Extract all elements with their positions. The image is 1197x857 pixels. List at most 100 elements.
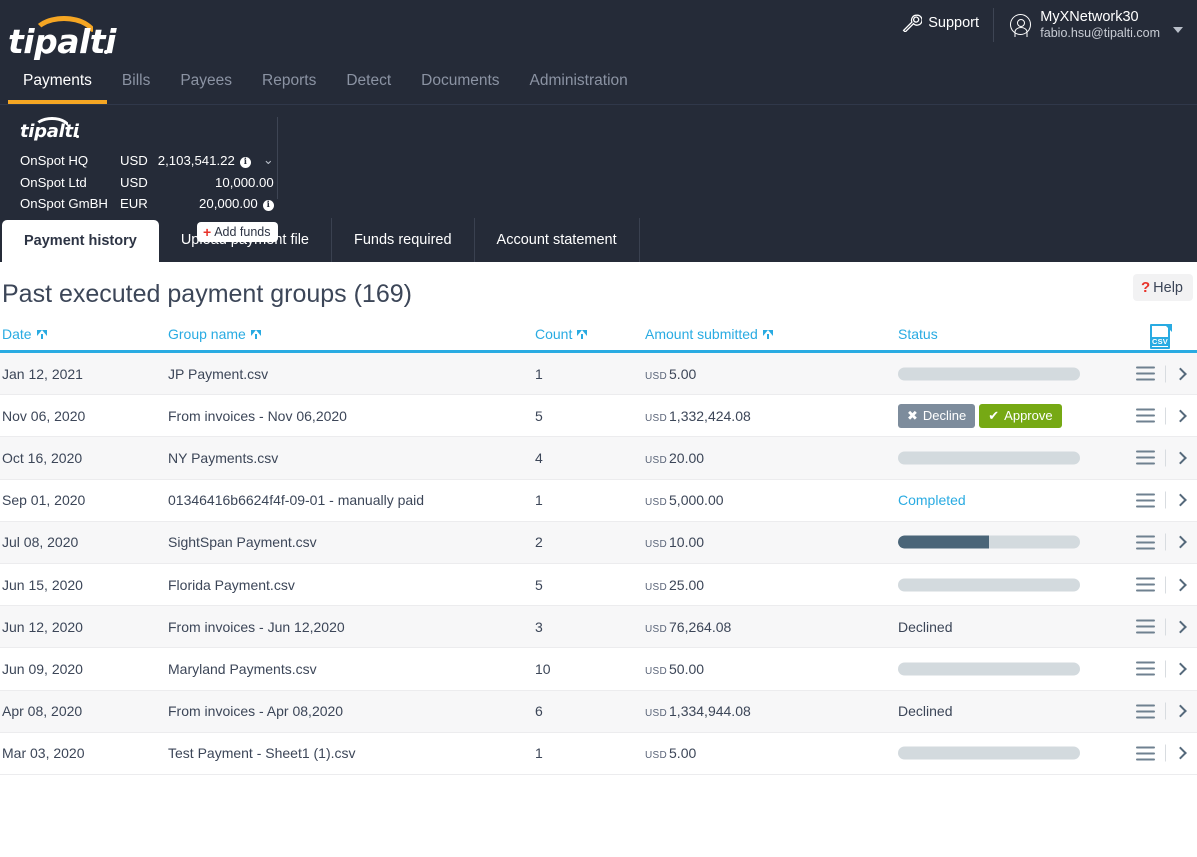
- table-row[interactable]: Oct 16, 2020 NY Payments.csv 4 USD20.00: [0, 437, 1197, 479]
- cell-amount-value: 5.00: [669, 745, 696, 761]
- row-menu-icon[interactable]: [1136, 451, 1155, 465]
- cell-currency: USD: [645, 413, 667, 424]
- cell-amount-value: 20.00: [669, 450, 704, 466]
- cell-group-name: From invoices - Nov 06,2020: [168, 408, 347, 424]
- status-progress-bar: [898, 367, 1080, 380]
- status-progress-bar: [898, 662, 1080, 675]
- table-row[interactable]: Nov 06, 2020 From invoices - Nov 06,2020…: [0, 395, 1197, 437]
- cell-date: Jun 12, 2020: [2, 619, 83, 635]
- cell-group-name: Florida Payment.csv: [168, 577, 295, 593]
- chevron-right-icon[interactable]: [1174, 367, 1187, 380]
- balance-currency: USD: [120, 172, 158, 194]
- cell-status: [898, 662, 1098, 675]
- table-row[interactable]: Jun 15, 2020 Florida Payment.csv 5 USD25…: [0, 564, 1197, 606]
- tab-payment-history[interactable]: Payment history: [2, 220, 159, 262]
- row-menu-icon[interactable]: [1136, 493, 1155, 507]
- approve-button[interactable]: ✔ Approve: [979, 404, 1061, 428]
- filter-icon[interactable]: [577, 329, 587, 339]
- chevron-right-icon[interactable]: [1174, 705, 1187, 718]
- add-funds-label: Add funds: [214, 225, 270, 239]
- column-header-amount-submitted[interactable]: Amount submitted: [645, 326, 773, 342]
- table-row[interactable]: Apr 08, 2020 From invoices - Apr 08,2020…: [0, 691, 1197, 733]
- cell-group-name: Maryland Payments.csv: [168, 661, 317, 677]
- nav-item-administration[interactable]: Administration: [515, 66, 643, 104]
- user-circle-icon: [1010, 14, 1031, 35]
- user-email: fabio.hsu@tipalti.com: [1040, 26, 1160, 40]
- chevron-right-icon[interactable]: [1174, 494, 1187, 507]
- row-menu-icon[interactable]: [1136, 620, 1155, 634]
- row-menu-icon[interactable]: [1136, 409, 1155, 423]
- cell-currency: USD: [645, 539, 667, 550]
- cell-count: 1: [535, 745, 543, 761]
- table-row[interactable]: Mar 03, 2020 Test Payment - Sheet1 (1).c…: [0, 733, 1197, 775]
- cell-date: Mar 03, 2020: [2, 745, 85, 761]
- info-icon[interactable]: i: [263, 200, 274, 211]
- status-link[interactable]: Completed: [898, 492, 966, 508]
- chevron-right-icon[interactable]: [1174, 663, 1187, 676]
- balance-tipalti-logo: tipalti: [20, 113, 84, 139]
- row-menu-icon[interactable]: [1136, 662, 1155, 676]
- chevron-right-icon[interactable]: [1174, 452, 1187, 465]
- column-header-status: Status: [898, 326, 938, 342]
- nav-item-payments[interactable]: Payments: [8, 66, 107, 104]
- nav-item-reports[interactable]: Reports: [247, 66, 331, 104]
- cell-amount: USD5.00: [645, 745, 696, 761]
- column-header-count[interactable]: Count: [535, 326, 587, 342]
- balance-bar: tipalti + Add funds OnSpot HQ USD 2,103,…: [0, 104, 1197, 218]
- status-progress-bar: [898, 536, 1080, 549]
- chevron-right-icon[interactable]: [1174, 536, 1187, 549]
- nav-item-bills[interactable]: Bills: [107, 66, 165, 104]
- cell-amount: USD5.00: [645, 366, 696, 382]
- decline-button[interactable]: ✖ Decline: [898, 404, 975, 428]
- filter-icon[interactable]: [251, 329, 261, 339]
- table-row[interactable]: Jun 09, 2020 Maryland Payments.csv 10 US…: [0, 648, 1197, 690]
- balance-amount: 2,103,541.22i⌄: [158, 149, 274, 172]
- cell-count: 4: [535, 450, 543, 466]
- table-row[interactable]: Jul 08, 2020 SightSpan Payment.csv 2 USD…: [0, 522, 1197, 564]
- chevron-right-icon[interactable]: [1174, 578, 1187, 591]
- cell-amount: USD5,000.00: [645, 492, 724, 508]
- filter-icon[interactable]: [37, 329, 47, 339]
- nav-item-documents[interactable]: Documents: [406, 66, 514, 104]
- row-menu-icon[interactable]: [1136, 578, 1155, 592]
- chevron-down-icon[interactable]: [1173, 27, 1183, 33]
- chevron-right-icon[interactable]: [1174, 620, 1187, 633]
- column-header-date[interactable]: Date: [2, 326, 47, 342]
- cell-amount-value: 5,000.00: [669, 492, 724, 508]
- cell-amount-value: 5.00: [669, 366, 696, 382]
- cell-group-name: Test Payment - Sheet1 (1).csv: [168, 745, 356, 761]
- cell-amount: USD50.00: [645, 661, 704, 677]
- row-menu-icon[interactable]: [1136, 746, 1155, 760]
- table-row[interactable]: Sep 01, 2020 01346416b6624f4f-09-01 - ma…: [0, 480, 1197, 522]
- column-header-group-name[interactable]: Group name: [168, 326, 261, 342]
- user-menu[interactable]: MyXNetwork30 fabio.hsu@tipalti.com: [1010, 9, 1183, 40]
- nav-item-detect[interactable]: Detect: [331, 66, 406, 104]
- tab-funds-required[interactable]: Funds required: [332, 218, 475, 262]
- cell-count: 3: [535, 619, 543, 635]
- tab-account-statement[interactable]: Account statement: [475, 218, 640, 262]
- cell-amount: USD20.00: [645, 450, 704, 466]
- help-button[interactable]: ? Help: [1133, 274, 1193, 301]
- nav-item-payees[interactable]: Payees: [165, 66, 247, 104]
- table-row[interactable]: Jan 12, 2021 JP Payment.csv 1 USD5.00: [0, 353, 1197, 395]
- row-actions: [1136, 745, 1189, 762]
- row-actions: [1136, 534, 1189, 551]
- filter-icon[interactable]: [763, 329, 773, 339]
- chevron-right-icon[interactable]: [1174, 409, 1187, 422]
- row-menu-icon[interactable]: [1136, 367, 1155, 381]
- cell-status: [898, 451, 1098, 464]
- support-label: Support: [928, 15, 979, 31]
- row-menu-icon[interactable]: [1136, 704, 1155, 718]
- cell-date: Jun 15, 2020: [2, 577, 83, 593]
- status-text: Declined: [898, 703, 952, 719]
- table-row[interactable]: Jun 12, 2020 From invoices - Jun 12,2020…: [0, 606, 1197, 648]
- support-button[interactable]: Support: [902, 14, 979, 32]
- add-funds-button[interactable]: + Add funds: [197, 222, 278, 242]
- chevron-down-icon[interactable]: ⌄: [263, 150, 274, 169]
- cell-currency: USD: [645, 582, 667, 593]
- chevron-right-icon[interactable]: [1174, 747, 1187, 760]
- tipalti-logo[interactable]: tipalti: [8, 10, 118, 56]
- info-icon[interactable]: i: [240, 157, 251, 168]
- action-divider: [1165, 576, 1166, 593]
- row-menu-icon[interactable]: [1136, 535, 1155, 549]
